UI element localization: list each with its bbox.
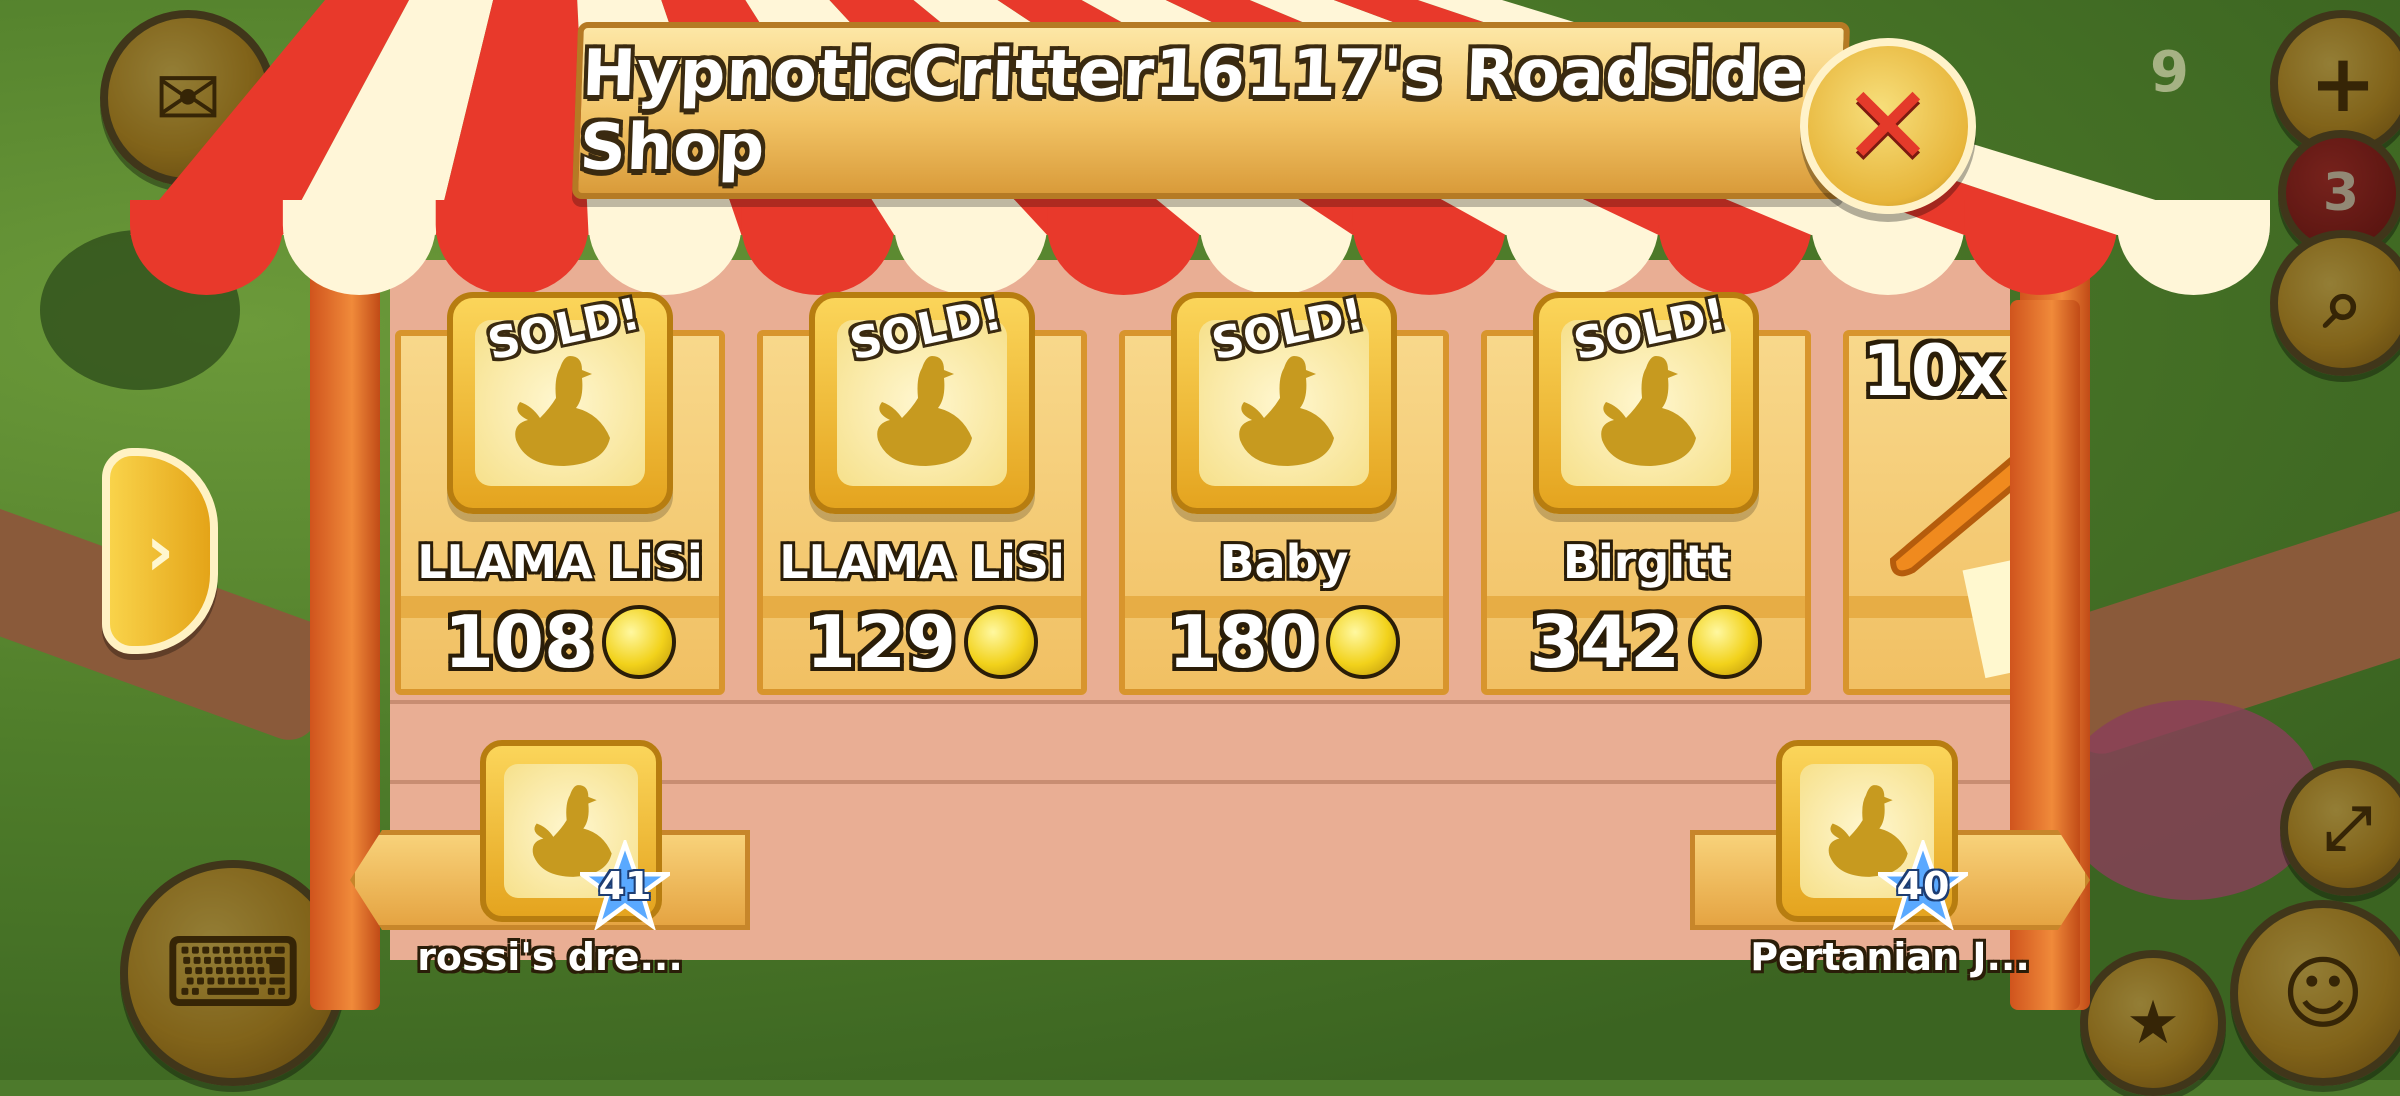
close-button[interactable]: ✕ [1800, 38, 1976, 214]
notification-count: 3 [2322, 163, 2360, 223]
coin-icon [964, 605, 1039, 679]
expand-icon: ⤢ [2324, 793, 2372, 863]
item-frame: SOLD! [1533, 289, 1759, 514]
price-row: 342 [1481, 600, 1811, 684]
previous-arrow-button[interactable]: › [102, 448, 218, 654]
price-value: 180 [1167, 600, 1319, 684]
collection-button[interactable]: ★ [2080, 950, 2226, 1096]
coin-icon [1326, 605, 1401, 679]
chicken-silhouette-icon [515, 356, 610, 467]
level-number: 40 [1896, 864, 1950, 908]
bush [2060, 700, 2320, 900]
buyer-name: Baby [1219, 535, 1349, 589]
cash-register-icon: ⌨ [163, 917, 303, 1029]
buyer-name: LLAMA LiSi [417, 535, 703, 589]
buyer-name: Birgitt [1562, 535, 1730, 589]
item-quantity: 10x [1862, 330, 2005, 412]
price-value: 342 [1529, 600, 1681, 684]
awning-scallop [894, 200, 1048, 295]
price-row: 180 [1119, 600, 1449, 684]
plus-icon: + [2309, 36, 2377, 130]
shop-crate[interactable]: SOLD! LLAMA LiSi 108 [395, 289, 725, 695]
neighbor-name: Pertanian J... [1750, 935, 2030, 979]
chicken-silhouette-icon [1601, 356, 1696, 467]
chicken-silhouette-icon [877, 356, 972, 467]
buyer-name: LLAMA LiSi [779, 535, 1065, 589]
shop-crate[interactable]: SOLD! Birgitt 342 [1481, 289, 1811, 695]
level-number: 41 [598, 864, 652, 908]
friends-icon: ☺ [2281, 946, 2365, 1040]
awning-scallop [282, 200, 436, 295]
awning-scallop [435, 200, 589, 295]
coin-icon [602, 605, 677, 679]
item-frame: SOLD! [1171, 289, 1397, 514]
shop-crate[interactable]: SOLD! Baby 180 [1119, 289, 1449, 695]
shelf-line [390, 700, 2010, 704]
shop-crate[interactable]: SOLD! LLAMA LiSi 129 [757, 289, 1087, 695]
awning-scallop [588, 200, 742, 295]
level-badge: 41 [574, 836, 676, 932]
item-frame: SOLD! [447, 289, 673, 514]
close-icon: ✕ [1841, 62, 1935, 190]
level-badge: 40 [1872, 836, 1974, 932]
star-cards-icon: ★ [2126, 988, 2180, 1058]
chevron-right-icon: › [145, 510, 175, 592]
chicken-silhouette-icon [1239, 356, 1334, 467]
price-row: 129 [757, 600, 1087, 684]
neighbor-name: rossi's dre... [417, 935, 683, 979]
shop-title-banner: HypnoticCritter16117's Roadside Shop [571, 22, 1851, 199]
search-icon: ⌕ [2323, 261, 2363, 344]
shop-title: HypnoticCritter16117's Roadside Shop [578, 36, 1807, 185]
coin-icon [1688, 605, 1763, 679]
awning-scallop [741, 200, 895, 295]
price-row: 108 [395, 600, 725, 684]
neighbor-next[interactable]: 40 Pertanian J... [1690, 740, 2090, 990]
item-frame: SOLD! [809, 289, 1035, 514]
awning-scallop [130, 200, 283, 295]
awning-scallop [2117, 200, 2270, 295]
neighbor-previous[interactable]: 41 rossi's dre... [350, 740, 750, 990]
price-value: 108 [443, 600, 595, 684]
price-value: 129 [805, 600, 957, 684]
